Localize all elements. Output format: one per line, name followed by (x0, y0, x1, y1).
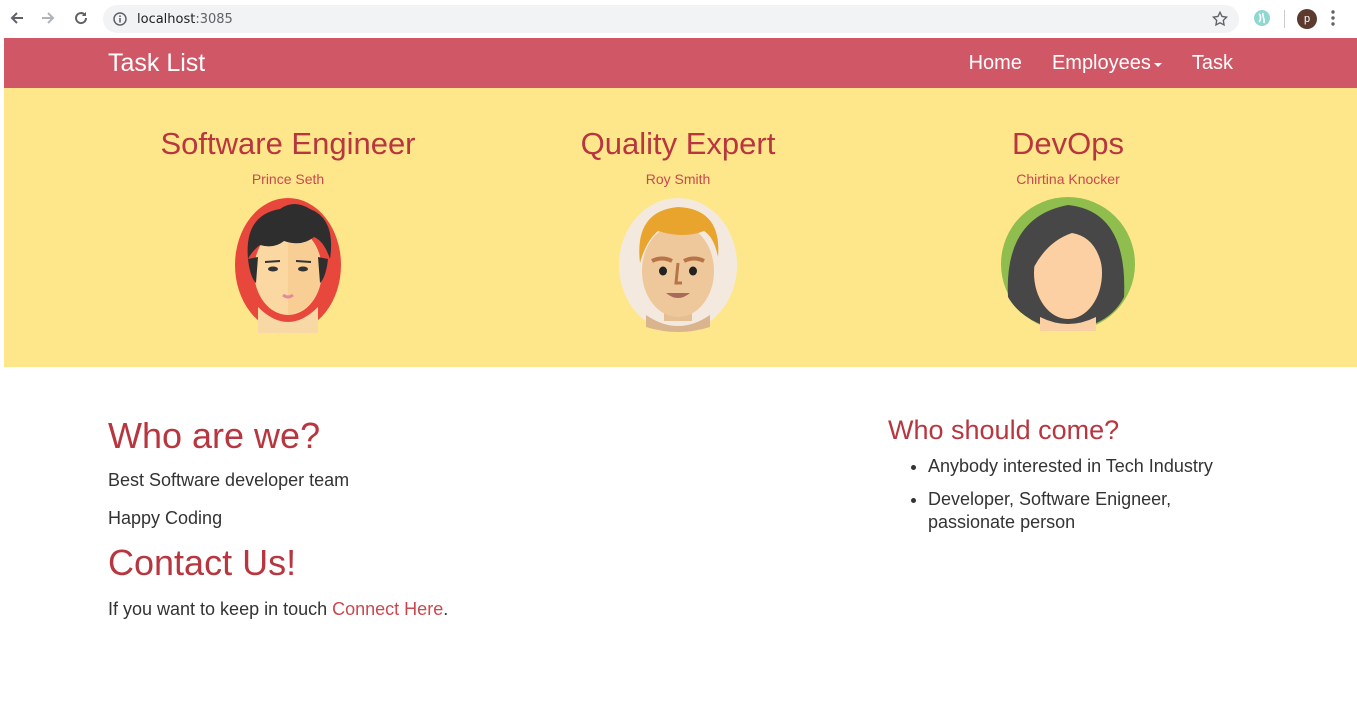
nav-employees-label: Employees (1051, 52, 1151, 74)
address-bar[interactable]: localhost:3085 (103, 5, 1239, 33)
contact-text-lead: If you want to keep in touch (108, 599, 333, 619)
woman-avatar-icon (1000, 197, 1136, 331)
extension-icon[interactable] (1253, 9, 1271, 32)
team-member-card: Quality Expert Roy Smith (483, 126, 873, 333)
male-developer-avatar-icon (234, 197, 342, 333)
menu-kebab-icon[interactable] (1331, 10, 1335, 31)
team-hero: Software Engineer Prince Seth Quality Ex… (4, 88, 1357, 367)
about-line-1: Best Software developer team (108, 470, 350, 490)
audience-list: Anybody interested in Tech Industry Deve… (888, 455, 1248, 534)
member-role: Quality Expert (580, 126, 776, 161)
nav-home-label: Home (968, 52, 1022, 74)
list-item: Developer, Software Enigneer, passionate… (928, 488, 1248, 534)
profile-avatar[interactable]: p (1297, 9, 1317, 29)
url-port: :3085 (195, 12, 233, 27)
brand-link[interactable]: Task List (108, 49, 205, 78)
contact-text-end: . (443, 599, 449, 619)
info-icon[interactable] (113, 12, 127, 31)
about-heading: Who are we? (108, 415, 321, 456)
audience-section: Who should come? Anybody interested in T… (888, 414, 1248, 544)
url-host: localhost (137, 12, 196, 27)
team-member-card: DevOps Chirtina Knocker (873, 126, 1263, 331)
toolbar-separator (1284, 10, 1285, 28)
member-name: Chirtina Knocker (1016, 171, 1120, 187)
caret-down-icon (1153, 63, 1162, 67)
connect-here-link[interactable]: Connect Here (332, 599, 443, 619)
back-arrow-icon[interactable] (7, 8, 27, 28)
member-role: Software Engineer (160, 126, 416, 161)
team-member-card: Software Engineer Prince Seth (93, 126, 483, 333)
audience-heading: Who should come? (888, 415, 1120, 445)
forward-arrow-icon[interactable] (38, 8, 58, 28)
list-item: Anybody interested in Tech Industry (928, 455, 1248, 478)
member-role: DevOps (1012, 126, 1124, 161)
nav-task-label: Task (1191, 52, 1233, 74)
browser-toolbar: localhost:3085 p (0, 0, 1357, 38)
about-section: Who are we? Best Software developer team… (108, 416, 708, 620)
nav-home-link[interactable]: Home (969, 52, 1022, 75)
blond-man-avatar-icon (618, 197, 738, 333)
contact-heading: Contact Us! (108, 542, 297, 583)
url-text: localhost:3085 (137, 12, 233, 27)
nav-task-link[interactable]: Task (1192, 52, 1233, 75)
contact-text: If you want to keep in touch Connect Her… (108, 598, 708, 620)
nav-links: Home Employees Task (969, 52, 1233, 75)
member-name: Prince Seth (251, 171, 325, 187)
about-line-2: Happy Coding (108, 508, 223, 528)
site-navbar: Task List Home Employees Task (4, 38, 1357, 88)
member-name: Roy Smith (645, 171, 711, 187)
reload-icon[interactable] (71, 8, 91, 28)
bookmark-star-icon[interactable] (1211, 10, 1229, 33)
nav-employees-dropdown[interactable]: Employees (1052, 52, 1162, 75)
